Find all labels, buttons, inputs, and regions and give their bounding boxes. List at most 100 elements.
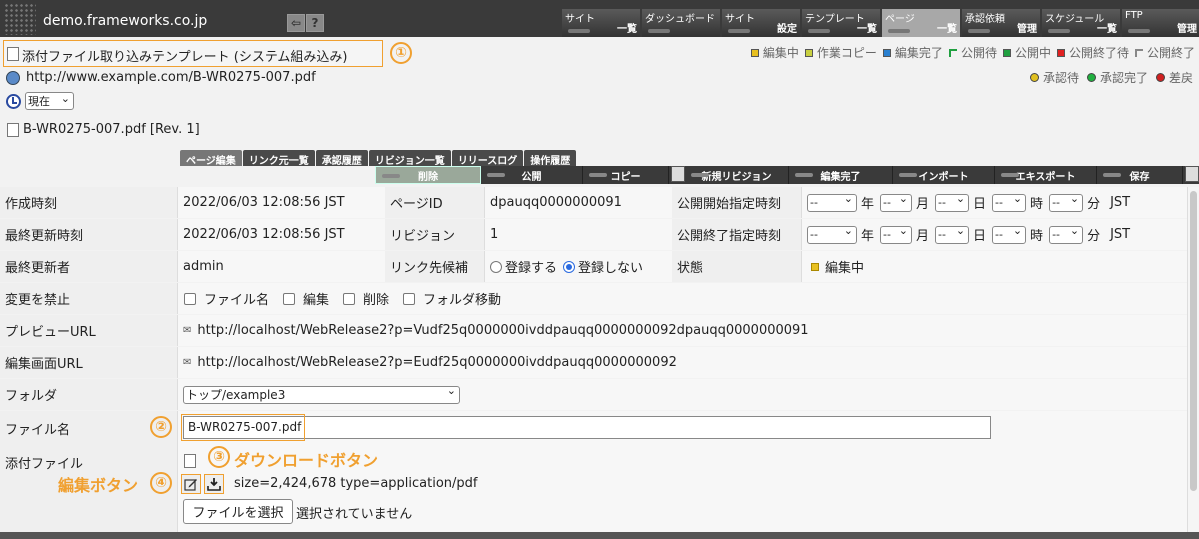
- legend-label: 公開終了: [1146, 46, 1195, 60]
- scroll-thumb[interactable]: [1190, 191, 1197, 491]
- document-icon[interactable]: [671, 166, 685, 182]
- action-button-0[interactable]: 削除: [375, 166, 481, 184]
- tab-5[interactable]: 操作履歴: [524, 150, 577, 167]
- link-register-radio[interactable]: [490, 260, 502, 273]
- updater-label: 最終更新者: [0, 251, 178, 282]
- month-select[interactable]: --: [880, 192, 913, 212]
- nav-item-2[interactable]: サイト 設定: [722, 9, 800, 37]
- hour-select[interactable]: --: [992, 224, 1027, 244]
- action-button-7[interactable]: 保存: [1097, 166, 1183, 184]
- legend-label: 公開終了待: [1068, 46, 1129, 60]
- year-unit: 年: [861, 197, 875, 212]
- link-icon: ✉: [183, 357, 192, 368]
- link-icon: ✉: [183, 325, 192, 336]
- annotation-4: ④: [150, 472, 172, 494]
- tab-1[interactable]: リンク元一覧: [242, 150, 315, 167]
- download-attachment-button[interactable]: [204, 474, 224, 494]
- action-button-5[interactable]: インポート: [893, 166, 995, 184]
- help-icon[interactable]: ?: [306, 14, 324, 32]
- status-marker-icon: [948, 48, 957, 57]
- nav-item-5[interactable]: 承認依頼 管理: [962, 9, 1040, 37]
- lock-checkbox-0[interactable]: [184, 292, 196, 305]
- action-button-3[interactable]: 新規リビジョン: [685, 166, 789, 184]
- year-select[interactable]: --: [807, 192, 857, 212]
- time-select[interactable]: 現在: [25, 90, 74, 110]
- action-indicator: [382, 174, 400, 178]
- action-indicator: [487, 173, 505, 177]
- link-register-label: 登録する: [505, 261, 558, 276]
- action-button-2[interactable]: コピー: [583, 166, 669, 184]
- day-select[interactable]: --: [935, 192, 970, 212]
- action-button-6[interactable]: エキスポート: [995, 166, 1097, 184]
- tab-4[interactable]: リリースログ: [451, 150, 524, 167]
- nav-item-7[interactable]: FTP 管理: [1122, 9, 1199, 37]
- hour-select[interactable]: --: [992, 192, 1027, 212]
- page-url[interactable]: http://www.example.com/B-WR0275-007.pdf: [26, 70, 316, 85]
- month-select[interactable]: --: [880, 224, 913, 244]
- action-label: 保存: [1129, 171, 1150, 183]
- month-unit: 月: [916, 229, 930, 244]
- minute-unit: 分: [1087, 197, 1101, 212]
- nav-item-6[interactable]: スケジュール 一覧: [1042, 9, 1120, 37]
- lock-checkbox-3[interactable]: [403, 292, 416, 305]
- state-label: 状態: [672, 251, 802, 282]
- action-button-4[interactable]: 編集完了: [789, 166, 893, 184]
- attachment-file-icon: [184, 454, 196, 468]
- edit-url-text[interactable]: http://localhost/WebRelease2?p=Eudf25q00…: [197, 355, 676, 370]
- legend-item: 公開終了: [1134, 44, 1195, 61]
- action-bar: 削除 公開 コピー 新規リビジョン 編集完了 インポート エキスポート 保存: [375, 166, 1199, 184]
- preview-url-text[interactable]: http://localhost/WebRelease2?p=Vudf25q00…: [197, 323, 808, 338]
- action-label: 新規リビジョン: [701, 171, 772, 183]
- action-indicator: [899, 173, 917, 177]
- nav-item-top: テンプレート: [805, 14, 865, 25]
- approval-legend: 承認待 承認完了 差戻: [1029, 69, 1193, 86]
- lock-checkbox-1[interactable]: [283, 292, 296, 305]
- page-id-value: dpauqq0000000091: [485, 187, 672, 218]
- nav-item-1[interactable]: ダッシュボード: [642, 9, 720, 37]
- download-annotation: ダウンロードボタン: [234, 451, 379, 470]
- page-tabs: ページ編集 リンク元一覧 承認履歴 リビジョン一覧 リリースログ 操作履歴: [180, 150, 577, 167]
- nav-item-3[interactable]: テンプレート 一覧: [802, 9, 880, 37]
- legend-item: 公開待: [948, 44, 997, 61]
- minute-select[interactable]: --: [1049, 224, 1084, 244]
- nav-item-indicator: [888, 29, 910, 33]
- link-no-register-radio[interactable]: [563, 260, 576, 273]
- year-select[interactable]: --: [807, 224, 857, 244]
- legend-label: 公開中: [1014, 46, 1051, 60]
- lock-option-label: 編集: [303, 293, 330, 308]
- created-value: 2022/06/03 12:08:56 JST: [178, 187, 385, 218]
- annotation-1: ①: [390, 42, 412, 64]
- edit-url: ✉ http://localhost/WebRelease2?p=Eudf25q…: [178, 347, 1187, 378]
- pub-start-datetime: --年--月--日--時--分JST: [802, 187, 1187, 218]
- lock-checkbox-2[interactable]: [343, 292, 356, 305]
- approval-dot-icon: [1155, 73, 1165, 82]
- status-marker-icon: [1002, 48, 1011, 57]
- timezone: JST: [1110, 195, 1131, 210]
- edit-url-label: 編集画面URL: [0, 347, 178, 378]
- status-marker-icon: [882, 48, 891, 57]
- annotation-2: ②: [150, 416, 172, 438]
- edit-attachment-button[interactable]: [181, 474, 201, 494]
- preview-url: ✉ http://localhost/WebRelease2?p=Vudf25q…: [178, 315, 1187, 346]
- scrollbar[interactable]: [1187, 187, 1199, 532]
- approval-legend-item: 差戻: [1155, 69, 1193, 86]
- logo-icon: [4, 3, 36, 35]
- folder-select[interactable]: トップ/example3: [183, 384, 460, 404]
- action-button-1[interactable]: 公開: [481, 166, 583, 184]
- main-nav: サイト 一覧 ダッシュボード サイト 設定 テンプレート 一覧 ページ 一覧 承認依頼 管理 スケジュ…: [562, 9, 1199, 37]
- tab-2[interactable]: 承認履歴: [315, 150, 368, 167]
- nav-item-4[interactable]: ページ 一覧: [882, 9, 960, 37]
- lock-option-label: フォルダ移動: [423, 293, 502, 308]
- minute-select[interactable]: --: [1049, 192, 1084, 212]
- nav-item-bottom: 設定: [777, 24, 797, 35]
- nav-item-indicator: [728, 29, 750, 33]
- tab-3[interactable]: リビジョン一覧: [368, 150, 451, 167]
- nav-item-bottom: 一覧: [857, 24, 877, 35]
- attachment-info: size=2,424,678 type=application/pdf: [234, 476, 478, 491]
- day-select[interactable]: --: [935, 224, 970, 244]
- back-icon[interactable]: ⇦: [287, 14, 305, 32]
- document-icon[interactable]: [1185, 166, 1199, 182]
- tab-0[interactable]: ページ編集: [180, 150, 242, 167]
- nav-item-0[interactable]: サイト 一覧: [562, 9, 640, 37]
- choose-file-button[interactable]: ファイルを選択: [183, 499, 293, 524]
